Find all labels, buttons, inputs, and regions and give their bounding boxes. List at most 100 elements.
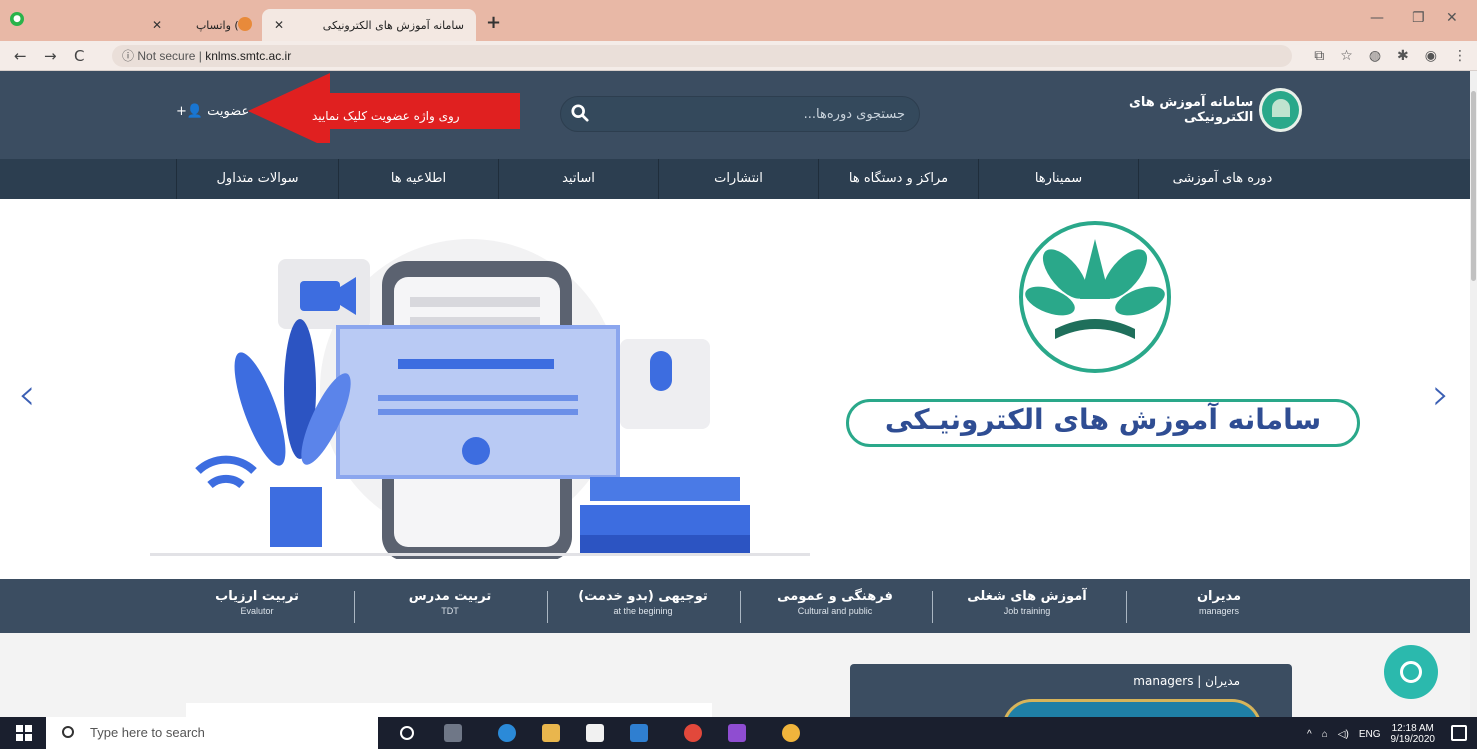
nav-item-seminars[interactable]: سمینارها — [978, 159, 1138, 199]
taskbar-search[interactable]: Type here to search — [46, 717, 378, 749]
category-subtitle: at the begining — [613, 606, 673, 616]
hero-title: سامانه آموزش های الکترونیـکی — [884, 403, 1322, 436]
system-tray: ^ ⌂ ◁) ENG 12:18 AM 9/19/2020 — [1307, 723, 1435, 745]
security-label: Not secure — [137, 49, 196, 63]
slider-next-button[interactable]: › — [1432, 369, 1450, 420]
hero-illustration — [150, 239, 810, 559]
brand-name: سامانه آموزش های الکترونیکی — [1129, 95, 1254, 125]
category-teacher-training[interactable]: تربیت مدرس TDT — [355, 589, 545, 616]
extensions-icon[interactable]: ✱ — [1397, 48, 1409, 64]
windows-start-icon[interactable] — [16, 725, 32, 741]
browser-tab-strip: ● (1) واتساپ ✕ سامانه آموزش های الکترونی… — [0, 0, 1477, 41]
translate-icon[interactable]: ⧉ — [1314, 48, 1324, 64]
language-indicator[interactable]: ENG — [1359, 729, 1381, 740]
maximize-button[interactable]: ❐ — [1412, 10, 1425, 26]
cortana-icon[interactable] — [400, 726, 414, 740]
nav-item-announcements[interactable]: اطلاعیه ها — [338, 159, 498, 199]
address-bar: ← → C ⓘ Not secure | knlms.smtc.ac.ir ⧉ … — [0, 41, 1477, 71]
category-orientation[interactable]: توجیهی (بدو خدمت) at the begining — [548, 589, 738, 616]
new-tab-button[interactable]: + — [486, 12, 501, 33]
tab-lms[interactable]: سامانه آموزش های الکترونیکی ✕ — [238, 9, 476, 41]
search-icon — [62, 726, 74, 738]
content-area: مدیران | managers — [0, 633, 1477, 729]
file-explorer-icon[interactable] — [542, 724, 560, 742]
close-icon[interactable]: ✕ — [152, 18, 162, 32]
menu-icon[interactable]: ⋮ — [1453, 48, 1467, 64]
visual-studio-icon[interactable] — [728, 724, 746, 742]
site-header: سامانه آموزش های الکترونیکی روی واژه عضو… — [0, 71, 1477, 159]
search-icon[interactable] — [571, 104, 589, 122]
page-scrollbar[interactable] — [1470, 71, 1477, 717]
category-title: فرهنگی و عمومی — [777, 589, 893, 604]
category-subtitle: Cultural and public — [797, 606, 873, 616]
whatsapp-icon: ● — [10, 12, 24, 26]
site-favicon-icon — [238, 17, 252, 31]
chrome-icon[interactable] — [684, 724, 702, 742]
category-bar: مدیران managers آموزش های شغلی Job train… — [0, 579, 1477, 633]
category-title: توجیهی (بدو خدمت) — [578, 589, 708, 604]
category-title: مدیران — [1196, 589, 1242, 604]
extension-icons: ⧉ ☆ ◍ ✱ ◉ ⋮ — [1314, 48, 1467, 64]
search-input[interactable] — [601, 97, 911, 131]
volume-icon[interactable]: ◁) — [1338, 729, 1349, 740]
notification-icon[interactable] — [1451, 725, 1467, 741]
category-title: تربیت مدرس — [408, 589, 492, 604]
category-managers[interactable]: مدیران managers — [1124, 589, 1314, 616]
slider-prev-button[interactable]: ‹ — [18, 369, 36, 420]
taskbar-search-placeholder: Type here to search — [90, 725, 205, 740]
institution-emblem — [1019, 221, 1171, 373]
nav-item-publications[interactable]: انتشارات — [658, 159, 818, 199]
close-window-button[interactable]: ✕ — [1446, 10, 1458, 26]
signup-label: عضویت — [207, 104, 250, 119]
nav-item-professors[interactable]: اساتید — [498, 159, 658, 199]
store-icon[interactable] — [586, 724, 604, 742]
minimize-button[interactable]: — — [1370, 10, 1384, 26]
task-view-icon[interactable] — [444, 724, 462, 742]
clock-time: 12:18 AM — [1391, 723, 1434, 734]
annotation-arrow — [248, 73, 520, 143]
globe-icon[interactable]: ◍ — [1369, 48, 1381, 64]
tab-label: سامانه آموزش های الکترونیکی — [322, 18, 464, 32]
category-divider — [740, 591, 741, 623]
chat-bubble-icon — [1400, 661, 1422, 683]
clock-date: 9/19/2020 — [1390, 734, 1436, 745]
network-icon[interactable]: ⌂ — [1322, 729, 1328, 740]
category-divider — [1126, 591, 1127, 623]
forward-button[interactable]: → — [44, 47, 57, 65]
reload-button[interactable]: C — [74, 47, 84, 65]
site-brand[interactable]: سامانه آموزش های الکترونیکی — [1062, 85, 1302, 135]
back-button[interactable]: ← — [14, 47, 27, 65]
tray-chevron-icon[interactable]: ^ — [1307, 729, 1312, 740]
category-title: آموزش های شغلی — [967, 589, 1087, 604]
category-cultural[interactable]: فرهنگی و عمومی Cultural and public — [740, 589, 930, 616]
search-box — [560, 96, 920, 132]
nav-item-centers[interactable]: مراکز و دستگاه ها — [818, 159, 978, 199]
panel-title: مدیران | managers — [1133, 674, 1240, 688]
bookmark-star-icon[interactable]: ☆ — [1340, 48, 1353, 64]
main-nav: دوره های آموزشی سمینارها مراکز و دستگاه … — [0, 159, 1477, 199]
clock[interactable]: 12:18 AM 9/19/2020 — [1391, 723, 1436, 745]
chat-button[interactable] — [1384, 645, 1438, 699]
category-subtitle: Job training — [1003, 606, 1051, 616]
hero-slider: ‹ › سامانه آموزش های الکترونیـکی — [0, 199, 1470, 579]
scrollbar-thumb[interactable] — [1471, 91, 1476, 281]
nav-item-courses[interactable]: دوره های آموزشی — [1138, 159, 1306, 199]
annotation-text: روی واژه عضویت کلیک نمایید — [312, 109, 460, 123]
category-title: تربیت ارزیاب — [215, 589, 299, 604]
category-evaluator[interactable]: تربیت ارزیاب Evalutor — [162, 589, 352, 616]
profile-icon[interactable]: ◉ — [1425, 48, 1437, 64]
nav-item-faq[interactable]: سوالات متداول — [176, 159, 338, 199]
category-subtitle: managers — [1198, 606, 1240, 616]
edge-icon[interactable] — [498, 724, 516, 742]
chrome-active-icon[interactable] — [782, 724, 800, 742]
brand-logo-icon — [1259, 88, 1302, 132]
category-subtitle: TDT — [441, 606, 459, 616]
url-host: knlms.smtc.ac.ir — [205, 49, 292, 63]
close-icon[interactable]: ✕ — [274, 18, 284, 32]
category-subtitle: Evalutor — [240, 606, 274, 616]
mail-icon[interactable] — [630, 724, 648, 742]
signup-button[interactable]: عضویت 👤+ — [176, 104, 249, 119]
category-job-training[interactable]: آموزش های شغلی Job training — [932, 589, 1122, 616]
info-icon[interactable]: ⓘ — [122, 49, 134, 63]
url-input[interactable]: ⓘ Not secure | knlms.smtc.ac.ir — [112, 45, 1292, 67]
